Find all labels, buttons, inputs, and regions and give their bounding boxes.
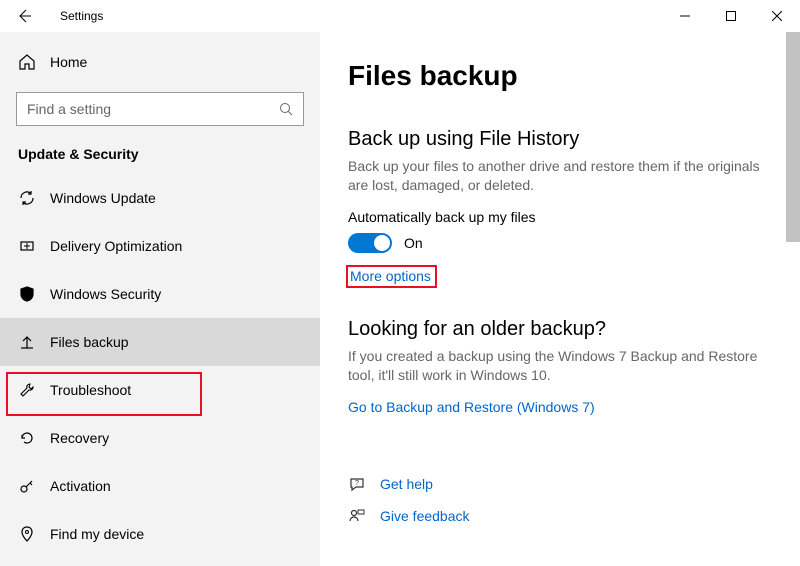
auto-backup-toggle[interactable] (348, 233, 392, 253)
sidebar-item-label: Windows Update (50, 190, 156, 206)
sidebar-item-activation[interactable]: Activation (0, 462, 320, 510)
backup-icon (18, 333, 36, 351)
category-header: Update & Security (0, 140, 320, 174)
sidebar-item-troubleshoot[interactable]: Troubleshoot (0, 366, 320, 414)
home-label: Home (50, 54, 87, 70)
section-title-file-history: Back up using File History (348, 128, 776, 151)
shield-icon (18, 285, 36, 303)
page-title: Files backup (348, 60, 776, 92)
search-box[interactable] (16, 92, 304, 126)
close-button[interactable] (754, 0, 800, 32)
section-title-older-backup: Looking for an older backup? (348, 318, 776, 341)
sidebar-item-label: Windows Security (50, 286, 161, 302)
section-desc-file-history: Back up your files to another drive and … (348, 157, 776, 195)
footer-links: ? Get help Give feedback (348, 475, 776, 525)
toggle-row: On (348, 233, 776, 253)
sidebar-item-delivery-optimization[interactable]: Delivery Optimization (0, 222, 320, 270)
svg-text:?: ? (355, 480, 359, 487)
sync-icon (18, 189, 36, 207)
search-icon (279, 102, 293, 116)
location-icon (18, 525, 36, 543)
sidebar-item-recovery[interactable]: Recovery (0, 414, 320, 462)
scrollbar-thumb[interactable] (786, 32, 800, 242)
more-options-link[interactable]: More options (350, 268, 431, 284)
toggle-state: On (404, 235, 423, 251)
help-icon: ? (348, 475, 366, 493)
sidebar-item-find-my-device[interactable]: Find my device (0, 510, 320, 558)
sidebar-item-label: Activation (50, 478, 111, 494)
window-title: Settings (60, 9, 103, 23)
section-older-backup: Looking for an older backup? If you crea… (348, 318, 776, 415)
sidebar-item-label: Find my device (50, 526, 144, 542)
backup-restore-link[interactable]: Go to Backup and Restore (Windows 7) (348, 399, 595, 415)
sidebar-item-windows-security[interactable]: Windows Security (0, 270, 320, 318)
home-nav[interactable]: Home (0, 42, 320, 82)
highlight-box-more-options: More options (346, 265, 437, 288)
sidebar-item-label: Files backup (50, 334, 129, 350)
get-help-row[interactable]: ? Get help (348, 475, 776, 493)
content-area: Home Update & Security Windows Update De… (0, 32, 800, 566)
home-icon (18, 53, 36, 71)
sidebar: Home Update & Security Windows Update De… (0, 32, 320, 566)
titlebar: Settings (0, 0, 800, 32)
delivery-icon (18, 237, 36, 255)
recovery-icon (18, 429, 36, 447)
main-panel: Files backup Back up using File History … (320, 32, 800, 566)
wrench-icon (18, 381, 36, 399)
sidebar-item-label: Troubleshoot (50, 382, 131, 398)
sidebar-item-files-backup[interactable]: Files backup (0, 318, 320, 366)
toggle-label: Automatically back up my files (348, 209, 776, 225)
key-icon (18, 477, 36, 495)
minimize-button[interactable] (662, 0, 708, 32)
give-feedback-link[interactable]: Give feedback (380, 508, 470, 524)
sidebar-item-label: Delivery Optimization (50, 238, 182, 254)
search-input[interactable] (27, 101, 279, 117)
feedback-icon (348, 507, 366, 525)
back-button[interactable] (10, 2, 38, 30)
section-desc-older-backup: If you created a backup using the Window… (348, 347, 776, 385)
get-help-link[interactable]: Get help (380, 476, 433, 492)
give-feedback-row[interactable]: Give feedback (348, 507, 776, 525)
maximize-button[interactable] (708, 0, 754, 32)
sidebar-item-label: Recovery (50, 430, 109, 446)
window-controls (662, 0, 800, 32)
sidebar-item-windows-update[interactable]: Windows Update (0, 174, 320, 222)
